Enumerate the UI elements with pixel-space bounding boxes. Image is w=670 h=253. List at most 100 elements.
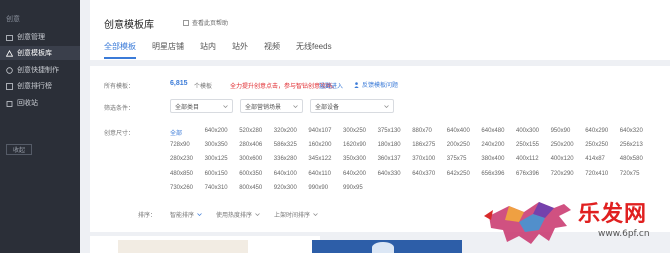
help-link[interactable]: 查看此页帮助 — [183, 18, 228, 27]
size-option[interactable]: 600x350 — [239, 171, 262, 177]
sort-time[interactable]: 上架时间排序 — [274, 210, 318, 219]
scene-select-value: 全部营销场景 — [245, 104, 282, 111]
size-option[interactable]: 180x180 — [378, 142, 401, 148]
size-option[interactable]: 720x75 — [620, 171, 640, 177]
size-option[interactable]: 300x125 — [205, 156, 228, 162]
size-option[interactable]: 990x95 — [343, 185, 363, 191]
size-option[interactable]: 414x87 — [585, 156, 605, 162]
size-option[interactable]: 375x75 — [447, 156, 467, 162]
sidebar-item-creative-manage[interactable]: 创意管理 — [0, 30, 80, 44]
sidebar: 创意 创意管理 创意模板库 创意快捷制作 创意排行榜 回收站 收起 — [0, 0, 80, 253]
size-option[interactable]: 300x350 — [205, 142, 228, 148]
size-option[interactable]: 300x600 — [239, 156, 262, 162]
tab-off-site[interactable]: 站外 — [232, 41, 248, 52]
size-option[interactable]: 640x100 — [274, 171, 297, 177]
size-option[interactable]: 320x200 — [274, 128, 297, 134]
size-option[interactable]: 480x850 — [170, 171, 193, 177]
size-option[interactable]: 640x320 — [620, 128, 643, 134]
size-option[interactable]: 240x200 — [481, 142, 504, 148]
size-option[interactable]: 400x300 — [516, 128, 539, 134]
tab-bar: 全部模板 明星店铺 站内 站外 视频 无线feeds — [104, 41, 348, 59]
size-option[interactable]: 990x90 — [308, 185, 328, 191]
device-select[interactable]: 全部设备 — [310, 99, 394, 113]
size-option[interactable]: 640x480 — [481, 128, 504, 134]
sort-smart[interactable]: 智能排序 — [170, 210, 202, 219]
size-option[interactable]: 280x406 — [239, 142, 262, 148]
size-option[interactable]: 640x200 — [343, 171, 366, 177]
size-option[interactable]: 345x122 — [308, 156, 331, 162]
size-option[interactable]: 950x90 — [551, 128, 571, 134]
size-option[interactable]: 728x90 — [170, 142, 190, 148]
tab-wireless-feeds[interactable]: 无线feeds — [296, 41, 332, 52]
size-option[interactable]: 480x580 — [620, 156, 643, 162]
watermark-url: www.6pf.cn — [598, 229, 650, 239]
sort-popularity[interactable]: 使用热度排序 — [216, 210, 260, 219]
category-select-value: 全部类目 — [175, 104, 200, 111]
size-option[interactable]: 880x70 — [412, 128, 432, 134]
sidebar-item-quick-make[interactable]: 创意快捷制作 — [0, 63, 80, 77]
size-option[interactable]: 730x260 — [170, 185, 193, 191]
template-card[interactable] — [90, 236, 320, 253]
size-option[interactable]: 380x400 — [481, 156, 504, 162]
size-option[interactable]: 640x330 — [378, 171, 401, 177]
tab-all-templates[interactable]: 全部模板 — [104, 41, 136, 59]
size-option[interactable]: 940x107 — [308, 128, 331, 134]
size-option[interactable]: 400x120 — [551, 156, 574, 162]
size-option[interactable]: 720x290 — [551, 171, 574, 177]
size-option[interactable]: 676x396 — [516, 171, 539, 177]
feedback-link[interactable]: 反馈模板问题 — [354, 80, 398, 89]
sort-options: 智能排序 使用热度排序 上架时间排序 — [170, 210, 318, 219]
size-option[interactable]: 400x112 — [516, 156, 539, 162]
size-option[interactable]: 200x250 — [447, 142, 470, 148]
template-card[interactable] — [310, 236, 500, 253]
size-option[interactable]: 370x100 — [412, 156, 435, 162]
size-option[interactable]: 740x310 — [205, 185, 228, 191]
template-count: 6,815 — [170, 80, 188, 87]
size-option[interactable]: 600x150 — [205, 171, 228, 177]
triangle-icon — [6, 49, 13, 57]
header: 创意模板库 查看此页帮助 全部模板 明星店铺 站内 站外 视频 无线feeds — [90, 0, 670, 60]
promo-link[interactable]: 猛戳进入 — [319, 81, 343, 90]
size-option[interactable]: 336x280 — [274, 156, 297, 162]
sidebar-item-trash[interactable]: 回收站 — [0, 96, 80, 110]
size-option[interactable]: 640x400 — [447, 128, 470, 134]
size-option[interactable]: 280x230 — [170, 156, 193, 162]
size-option[interactable]: 656x396 — [481, 171, 504, 177]
collapse-button[interactable]: 收起 — [6, 144, 32, 155]
template-thumbnail — [118, 240, 248, 253]
size-option[interactable]: 250x200 — [551, 142, 574, 148]
size-option[interactable]: 360x137 — [378, 156, 401, 162]
sidebar-item-label: 创意管理 — [17, 34, 45, 41]
size-option[interactable]: 250x250 — [585, 142, 608, 148]
size-option[interactable]: 250x155 — [516, 142, 539, 148]
sidebar-item-ranking[interactable]: 创意排行榜 — [0, 79, 80, 93]
size-option[interactable]: 640x370 — [412, 171, 435, 177]
tab-on-site[interactable]: 站内 — [200, 41, 216, 52]
size-option[interactable]: 256x213 — [620, 142, 643, 148]
help-label: 查看此页帮助 — [192, 21, 229, 27]
size-option[interactable]: 640x110 — [308, 171, 331, 177]
category-select[interactable]: 全部类目 — [170, 99, 233, 113]
size-option[interactable]: 1620x90 — [343, 142, 366, 148]
size-option[interactable]: 300x250 — [343, 128, 366, 134]
folder-icon — [6, 34, 13, 41]
size-option[interactable]: 800x450 — [239, 185, 262, 191]
size-option[interactable]: 642x250 — [447, 171, 470, 177]
size-option-all[interactable]: 全部 — [170, 128, 182, 137]
size-option[interactable]: 375x130 — [378, 128, 401, 134]
size-option[interactable]: 586x325 — [274, 142, 297, 148]
size-option[interactable]: 640x290 — [585, 128, 608, 134]
size-option[interactable]: 920x300 — [274, 185, 297, 191]
tab-star-stores[interactable]: 明星店铺 — [152, 41, 184, 52]
size-option[interactable]: 186x275 — [412, 142, 435, 148]
scene-select[interactable]: 全部营销场景 — [240, 99, 303, 113]
sidebar-item-template-library[interactable]: 创意模板库 — [0, 46, 80, 60]
size-option[interactable]: 350x300 — [343, 156, 366, 162]
size-option[interactable]: 160x200 — [308, 142, 331, 148]
size-label: 创意尺寸： — [104, 131, 135, 137]
template-count-unit: 个模板 — [194, 84, 213, 90]
size-option[interactable]: 720x410 — [585, 171, 608, 177]
size-option[interactable]: 640x200 — [205, 128, 228, 134]
size-option[interactable]: 520x280 — [239, 128, 262, 134]
tab-video[interactable]: 视频 — [264, 41, 280, 52]
